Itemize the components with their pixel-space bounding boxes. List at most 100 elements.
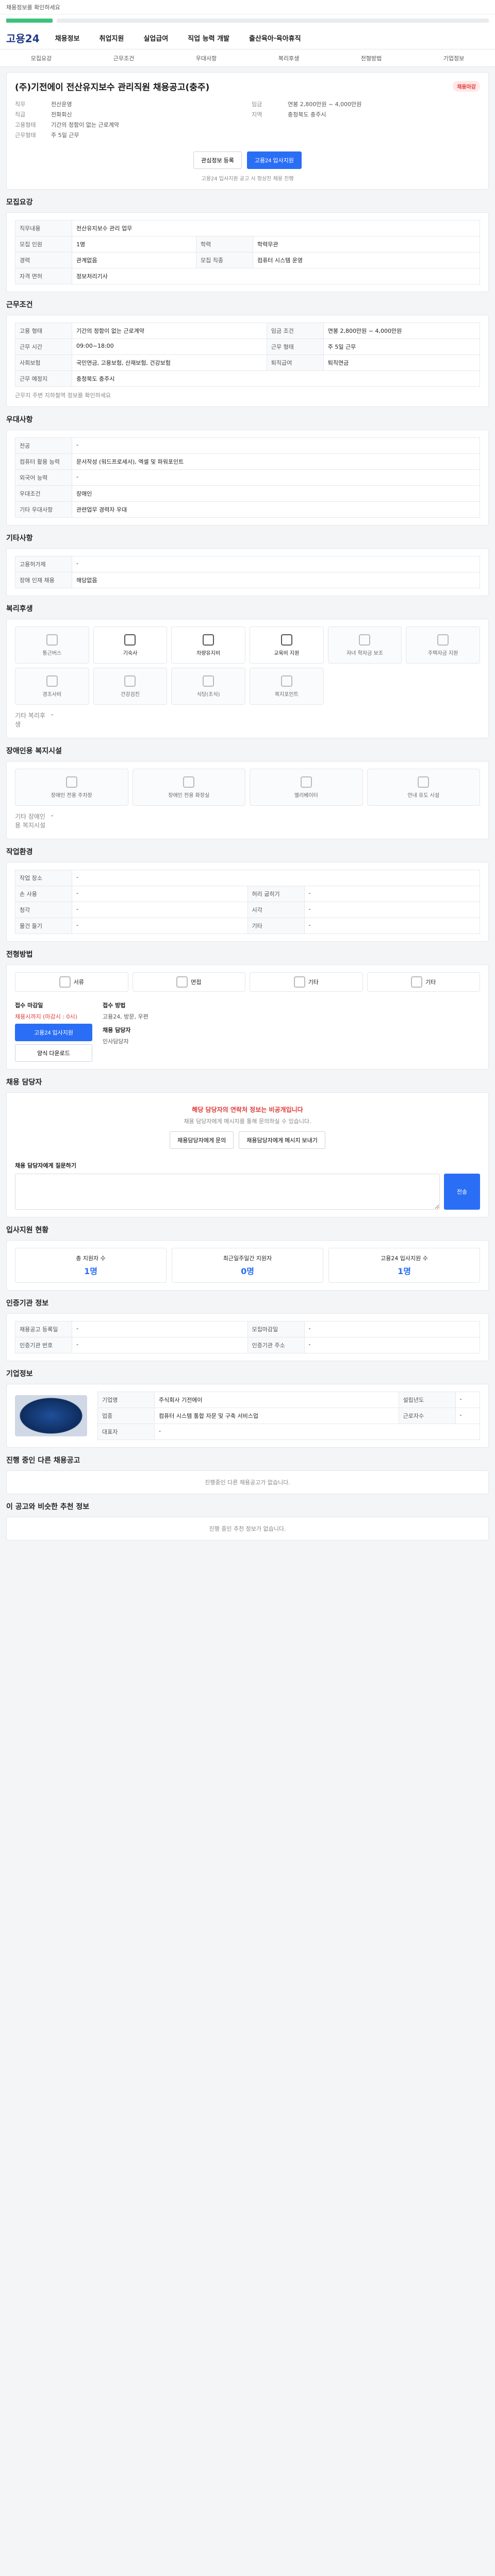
row-key: 모집마감일 [247,1321,305,1337]
tab[interactable]: 모집요강 [31,54,52,62]
row-value: 기간의 정함이 없는 근로계약 [72,323,267,339]
row-value: 학력무관 [252,236,481,252]
method-item: 기타 [367,972,480,992]
row-value: 주식회사 기전에이 [154,1392,399,1408]
meta-value: 연봉 2,800만원 ~ 4,000만원 [288,101,362,108]
meta-value: 기간의 정함이 없는 근로계약 [51,122,119,128]
qa-input-label: 채용 담당자에게 질문하기 [15,1162,76,1169]
row-key: 인증기관 번호 [15,1337,72,1353]
tab[interactable]: 근무조건 [113,54,134,62]
stat-value: 1명 [398,1266,411,1276]
welfare-other-key: 기타 복리후생 [15,712,46,728]
qa-inquiry-button[interactable]: 채용담당자에게 문의 [170,1131,234,1149]
welfare-item: 기숙사 [93,626,168,664]
row-key: 작업 장소 [15,870,72,886]
row-value: 관련업무 경력자 우대 [72,501,480,518]
row-value: 컴퓨터 시스템 통합 자문 및 구축 서비스업 [154,1408,399,1424]
work-card: 고용 형태 기간의 정함이 없는 근로계약 임금 조건 연봉 2,800만원 ~ 4,… [6,315,489,407]
facility-item: 장애인 전용 주차장 [15,769,128,806]
meta-value: 주 5일 근무 [51,132,79,139]
row-key: 청각 [15,902,72,918]
menu-item[interactable]: 취업지원 [99,33,124,43]
row-key: 학력 [195,236,253,252]
tab[interactable]: 우대사항 [196,54,217,62]
restroom-icon [183,776,195,788]
row-value: - [72,469,480,486]
row-value: - [304,1337,480,1353]
stat-label: 고용24 입사지원 수 [381,1255,428,1262]
gift-icon [46,675,58,687]
qa-send-button[interactable]: 전송 [444,1174,480,1210]
health-icon [124,675,136,687]
row-value: - [304,918,480,934]
row-key: 채용공고 등록일 [15,1321,72,1337]
tab[interactable]: 기업정보 [443,54,464,62]
menu-item[interactable]: 실업급여 [143,33,168,43]
meta-value: 충청북도 충주시 [288,111,326,118]
deadline-title: 접수 마감일 [15,1002,43,1009]
welfare-label: 자녀 학자금 보조 [346,650,383,656]
row-value: 주 5일 근무 [323,338,481,355]
meta-key: 근무형태 [15,132,36,139]
main-menu: 채용정보 취업지원 실업급여 직업 능력 개발 출산육아·육아휴직 [55,33,301,43]
row-value: 문서작성 (워드프로세서), 엑셀 및 파워포인트 [72,453,480,470]
method-item: 기타 [250,972,363,992]
welfare-item: 통근버스 [15,626,89,664]
row-value: - [154,1423,480,1440]
meal-icon [203,675,214,687]
download-form-button[interactable]: 양식 다운로드 [15,1044,92,1062]
row-key: 근무 형태 [266,338,324,355]
row-key: 고용허가제 [15,556,72,572]
section-tabs: 모집요강 근무조건 우대사항 복리후생 전형방법 기업정보 [0,49,495,67]
stats-card: 총 지원자 수 1명 최근일주일간 지원자 0명 고용24 입사지원 수 1명 [6,1240,489,1291]
welfare-item: 교육비 지원 [250,626,324,664]
contact-title: 채용 담당자 [103,1027,131,1033]
row-key: 고용 형태 [15,323,72,339]
stat-item: 최근일주일간 지원자 0명 [172,1248,323,1283]
stat-value: 0명 [241,1266,254,1276]
menu-item[interactable]: 채용정보 [55,33,80,43]
menu-item[interactable]: 직업 능력 개발 [188,33,229,43]
row-key: 기업명 [97,1392,155,1408]
row-key: 손 사용 [15,886,72,902]
contact-value: 인사담당자 [103,1038,129,1045]
row-value: - [72,1337,248,1353]
section-title-welfare: 복리후생 [6,605,33,613]
welfare-label: 주택자금 지원 [427,650,458,656]
recommend-note: 진행 중인 추천 정보가 없습니다. [209,1526,286,1532]
interest-button[interactable]: 관심정보 등록 [193,151,242,169]
qa-textarea[interactable] [15,1174,440,1210]
document-icon [59,976,71,988]
qa-desc: 채용 담당자에게 메시지를 통해 문의하실 수 있습니다. [184,1118,311,1125]
row-key: 장애 인재 채용 [15,572,72,588]
tab[interactable]: 복리후생 [278,54,299,62]
section-title-info: 인증기관 정보 [6,1299,49,1308]
row-key: 근무 예정지 [15,370,72,387]
row-key: 우대조건 [15,485,72,502]
facility-item: 장애인 전용 화장실 [132,769,245,806]
apply-online-button[interactable]: 고용24 입사지원 [15,1024,92,1041]
car-icon [203,634,214,646]
site-logo[interactable]: 고용24 [6,30,40,45]
apply-button[interactable]: 고용24 입사지원 [246,151,302,169]
facility-item: 안내 유도 시설 [367,769,480,806]
menu-item[interactable]: 출산육아·육아휴직 [249,33,301,43]
tab[interactable]: 전형방법 [361,54,382,62]
welfare-item: 자녀 학자금 보조 [327,626,402,664]
row-key: 직무내용 [15,220,72,236]
recruit-card: 직무내용 전산유지보수 관리 업무 모집 인원 1명 학력 학력무관 경력 관계없음 모집 … [6,212,489,292]
section-title-apply: 전형방법 [6,951,33,959]
disabled-other-value: - [51,812,54,819]
interview-icon [176,976,188,988]
row-key: 인증기관 주소 [247,1337,305,1353]
qa-message-button[interactable]: 채용담당자에게 메시지 보내기 [239,1131,325,1149]
meta-key: 지역 [252,111,262,118]
other-note: 진행중인 다른 채용공고가 없습니다. [205,1479,290,1486]
row-key: 모집 인원 [15,236,72,252]
row-value: - [455,1408,481,1424]
row-value: 컴퓨터 시스템 운영 [252,252,481,268]
qa-alert: 해당 담당자의 연락처 정보는 비공개입니다 [192,1106,303,1113]
house-icon [437,634,449,646]
meta-value: 전산운영 [51,101,72,108]
graduation-icon [359,634,371,646]
